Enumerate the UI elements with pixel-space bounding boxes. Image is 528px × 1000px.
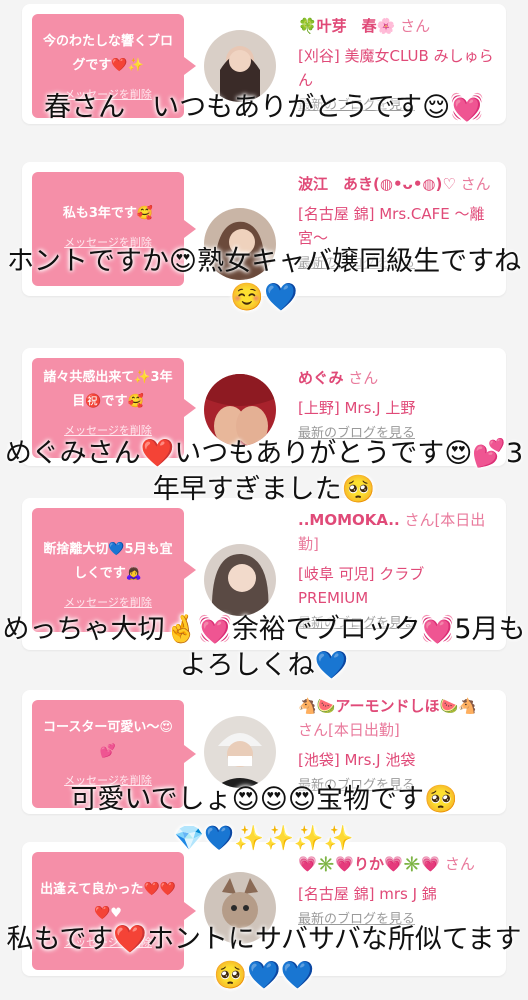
shop-name: [名古屋 錦] Mrs.CAFE ～離宮～ bbox=[298, 205, 485, 247]
overlay-comment: 春さん いつもありがとうです😌💓 bbox=[44, 92, 484, 123]
decoration-line: 💎💙✨✨✨✨ bbox=[174, 824, 354, 852]
bubble-message: 断捨離大切💙5月も宜しくです🙇‍♀️ bbox=[43, 542, 173, 581]
member-name[interactable]: 🍀叶芽 春🌸 bbox=[298, 17, 395, 35]
member-name[interactable]: 💗✳️💗りか💗✳️💗 bbox=[298, 855, 440, 873]
overlay-comment: めっちゃ大切🤞💓余裕でブロック💓5月もよろしくね💙 bbox=[2, 614, 526, 681]
member-name[interactable]: 波江 あき(◍•ᴗ•◍)♡ bbox=[298, 175, 456, 193]
bubble-message: 諸々共感出来て✨3年目㊗️です🥰 bbox=[43, 370, 173, 409]
overlay-comment: 私もです❤️ホントにサバサバな所似てます🥺💙💙 bbox=[6, 924, 522, 991]
honorific: さん[本日出勤] bbox=[298, 721, 400, 739]
bubble-message: 私も3年です🥰 bbox=[62, 206, 154, 221]
bubble-message: 今のわたしな響くブログです❤️✨ bbox=[42, 34, 173, 73]
member-name[interactable]: ..MOMOKA.. bbox=[298, 511, 400, 529]
shop-name: [刈谷] 美魔女CLUB みしゅらん bbox=[298, 47, 494, 89]
overlay-comment: めぐみさん❤️いつもありがとうです😍💕3年早すぎました🥺 bbox=[4, 438, 524, 505]
member-info: 💗✳️💗りか💗✳️💗 さん [名古屋 錦] mrs J 錦 最新のブログを見る bbox=[298, 852, 494, 932]
honorific: さん bbox=[400, 17, 431, 35]
avatar[interactable] bbox=[204, 716, 276, 788]
bubble-message: 出逢えて良かった❤️❤️❤️♥ bbox=[40, 882, 176, 921]
shop-name: [上野] Mrs.J 上野 bbox=[298, 399, 416, 417]
shop-name: [岐阜 可児] クラブ PREMIUM bbox=[298, 565, 425, 607]
bubble-message: コースター可愛い～😍💕 bbox=[43, 720, 173, 759]
member-name[interactable]: 🐴🍉アーモンドしほ🍉🐴 bbox=[298, 697, 477, 715]
member-info: めぐみ さん [上野] Mrs.J 上野 最新のブログを見る bbox=[298, 366, 494, 446]
avatar[interactable] bbox=[204, 544, 276, 616]
shop-name: [名古屋 錦] mrs J 錦 bbox=[298, 885, 437, 903]
overlay-comment: 可愛いでしょ😍😍😍宝物です🥺 bbox=[70, 784, 458, 815]
member-name[interactable]: めぐみ bbox=[298, 369, 343, 387]
delete-message-link[interactable]: メッセージを削除 bbox=[32, 594, 184, 610]
honorific: さん bbox=[348, 369, 379, 387]
shop-name: [池袋] Mrs.J 池袋 bbox=[298, 751, 416, 769]
honorific: さん bbox=[460, 175, 491, 193]
honorific: さん bbox=[444, 855, 475, 873]
overlay-comment: ホントですか😍熟女キャバ嬢同級生ですね☺️💙 bbox=[6, 246, 522, 313]
